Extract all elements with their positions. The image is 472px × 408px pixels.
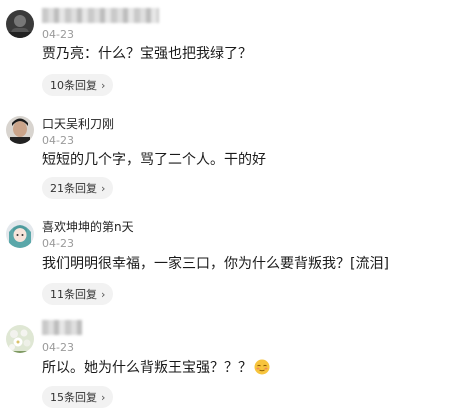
comment-date: 04-23 (42, 341, 74, 354)
username-redacted (42, 320, 82, 335)
view-replies-button[interactable]: 15条回复 › (42, 386, 114, 408)
comment-text: 短短的几个字，骂了二个人。干的好 (42, 152, 266, 168)
comment-text-body: 所以。她为什么背叛王宝强？？？ (42, 360, 252, 376)
comment-text: 所以。她为什么背叛王宝强？？？ (42, 358, 270, 378)
username[interactable]: 口天吴利刀刚 (42, 117, 114, 132)
reply-count-label: 21条回复 (50, 182, 97, 195)
chevron-right-icon: › (101, 287, 106, 301)
comment-text: 我们明明很幸福，一家三口，你为什么要背叛我？[流泪] (42, 256, 389, 272)
chevron-right-icon: › (101, 181, 106, 195)
view-replies-button[interactable]: 11条回复 › (42, 283, 114, 305)
user-avatar[interactable] (6, 325, 34, 353)
embarrassed-face-emoji-icon (254, 359, 270, 375)
comment-date: 04-23 (42, 237, 74, 250)
view-replies-button[interactable]: 21条回复 › (42, 177, 114, 199)
reply-count-label: 11条回复 (50, 288, 97, 301)
chevron-right-icon: › (101, 390, 106, 404)
comment-date: 04-23 (42, 134, 74, 147)
username[interactable]: 喜欢坤坤的第n天 (42, 220, 134, 235)
reply-count-label: 15条回复 (50, 391, 97, 404)
user-avatar[interactable] (6, 116, 34, 144)
user-avatar[interactable] (6, 220, 34, 248)
comment-item: 04-23 所以。她为什么背叛王宝强？？？ 15条回复 › (0, 0, 472, 408)
